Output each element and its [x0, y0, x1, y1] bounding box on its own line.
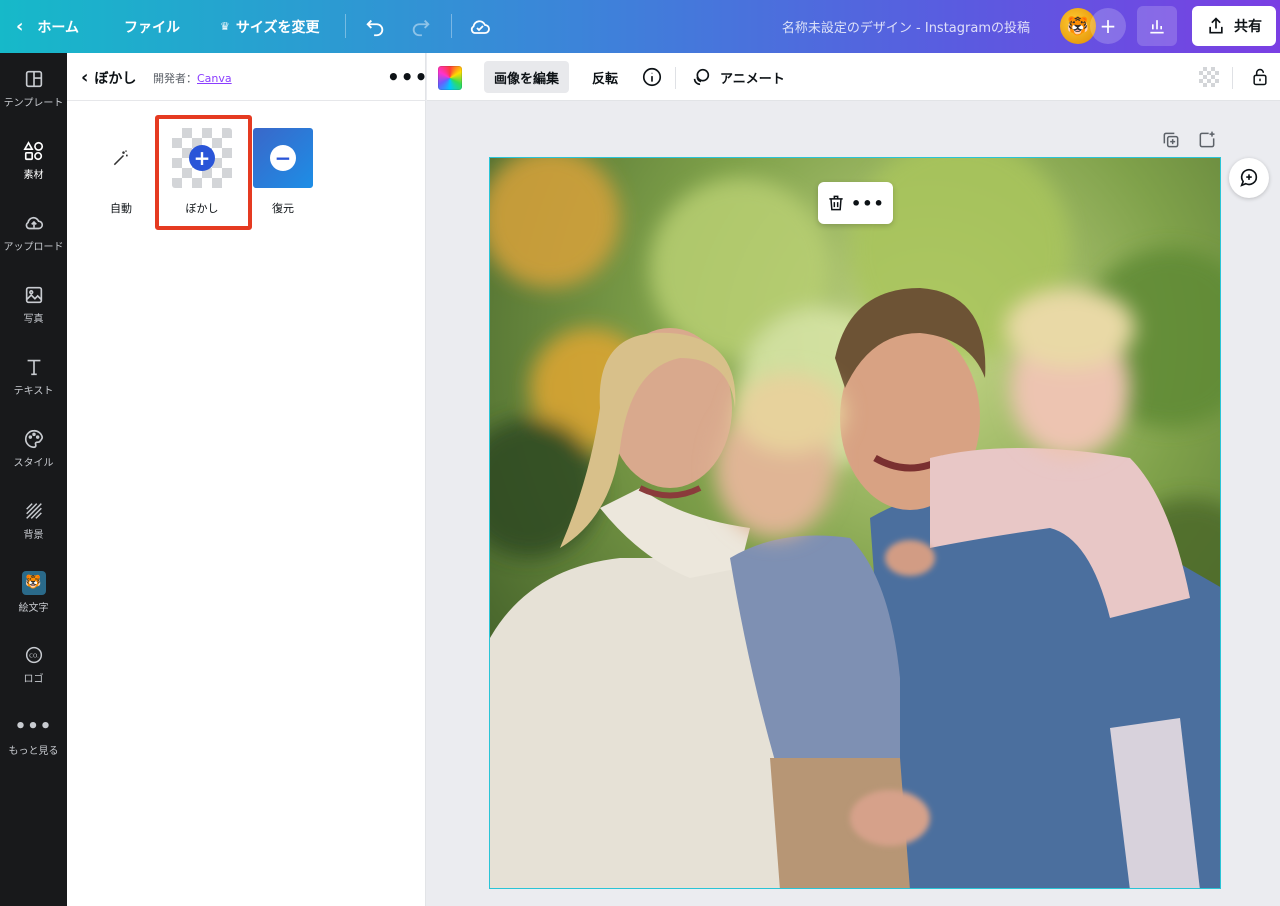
rail-item-templates[interactable]: テンプレート: [0, 58, 67, 118]
background-icon: [25, 502, 42, 519]
edit-image-button[interactable]: 画像を編集: [484, 61, 570, 93]
lock-icon: [1253, 68, 1267, 86]
divider: [675, 67, 676, 89]
tool-auto[interactable]: 自動: [90, 128, 152, 218]
panel-title: ぼかし: [94, 70, 137, 87]
svg-text:CO.: CO.: [29, 653, 39, 659]
rail-item-more[interactable]: ••• もっと見る: [0, 706, 67, 766]
photo-icon: [25, 286, 42, 303]
back-button[interactable]: ‹ ぼかし: [81, 67, 136, 88]
add-collaborator-button[interactable]: +: [1090, 8, 1126, 44]
undo-button[interactable]: [364, 0, 386, 53]
auto-thumb: [91, 128, 151, 188]
elements-icon: [22, 140, 43, 160]
more-icon: •••: [14, 715, 53, 737]
lock-button[interactable]: [1240, 61, 1280, 93]
family-photo-image: [490, 158, 1220, 888]
image-floating-toolbar: •••: [818, 182, 893, 224]
transparency-icon: [1199, 67, 1219, 87]
plus-icon: +: [1099, 14, 1117, 38]
redo-icon: [412, 19, 430, 36]
left-rail: テンプレート 素材 アップロード 写真 テキスト スタイル 背景 🐯 絵文字 C…: [0, 53, 67, 906]
more-options-icon[interactable]: •••: [387, 65, 428, 89]
comment-add-icon: [1240, 168, 1258, 187]
add-page-icon: [1199, 131, 1215, 148]
animate-button[interactable]: アニメート: [680, 61, 795, 93]
logo-icon: CO.: [25, 646, 42, 663]
insights-button[interactable]: [1137, 6, 1177, 46]
upload-icon: [25, 216, 43, 229]
share-upload-icon: [1209, 17, 1223, 34]
magic-wand-icon: [113, 150, 128, 166]
rail-item-text[interactable]: テキスト: [0, 346, 67, 406]
duplicate-icon: [1163, 132, 1179, 148]
duplicate-page-button[interactable]: [1161, 130, 1183, 152]
emoji-icon: 🐯: [21, 570, 46, 595]
share-button[interactable]: 共有: [1192, 6, 1276, 46]
rail-item-logo[interactable]: CO. ロゴ: [0, 634, 67, 694]
rail-item-background[interactable]: 背景: [0, 490, 67, 550]
cloud-check-icon: [470, 19, 490, 34]
comment-button[interactable]: [1229, 158, 1269, 198]
divider: [345, 14, 346, 38]
redo-button[interactable]: [410, 0, 432, 53]
panel-header: ‹ ぼかし 開発者：Canva •••: [67, 53, 428, 101]
template-icon: [25, 70, 42, 87]
rail-item-emoji[interactable]: 🐯 絵文字: [0, 562, 67, 622]
rail-item-photos[interactable]: 写真: [0, 274, 67, 334]
home-button[interactable]: ‹ ホーム: [16, 0, 79, 53]
divider: [451, 14, 452, 38]
add-page-button[interactable]: [1197, 130, 1219, 152]
highlight-box: [155, 115, 252, 230]
rail-item-styles[interactable]: スタイル: [0, 418, 67, 478]
color-swatch[interactable]: [438, 66, 462, 90]
design-title[interactable]: 名称未設定のデザイン - Instagramの投稿: [782, 0, 1030, 53]
minus-icon: −: [270, 145, 296, 171]
file-menu[interactable]: ファイル: [124, 0, 180, 53]
divider: [1232, 67, 1233, 89]
home-label: ホーム: [37, 19, 80, 36]
tool-restore[interactable]: − 復元: [252, 128, 314, 218]
undo-icon: [366, 19, 384, 36]
delete-button[interactable]: [826, 193, 846, 213]
bar-chart-icon: [1150, 20, 1164, 34]
avatar-emoji-icon: 🐯: [1066, 15, 1090, 37]
more-options-icon[interactable]: •••: [851, 194, 885, 213]
trash-icon: [829, 195, 843, 211]
cloud-save-button[interactable]: [468, 0, 492, 53]
developer-credit: 開発者：Canva: [153, 72, 232, 85]
info-button[interactable]: [631, 61, 673, 93]
design-photo[interactable]: [489, 157, 1221, 889]
rail-item-uploads[interactable]: アップロード: [0, 202, 67, 262]
crown-icon: ♛: [220, 20, 230, 33]
text-icon: [27, 359, 40, 375]
flip-button[interactable]: 反転: [582, 61, 628, 93]
top-bar: ‹ ホーム ファイル ♛ サイズを変更 名称未設定のデザイン - Instagr…: [0, 0, 1280, 53]
chevron-left-icon: ‹: [81, 67, 89, 88]
transparency-button[interactable]: [1189, 61, 1229, 93]
info-icon: [642, 67, 662, 87]
resize-button[interactable]: ♛ サイズを変更: [220, 0, 319, 53]
developer-link[interactable]: Canva: [197, 72, 232, 85]
animate-icon: [693, 68, 710, 86]
chevron-left-icon: ‹: [16, 16, 24, 37]
context-toolbar: 画像を編集 反転 アニメート: [427, 53, 1280, 101]
rail-item-elements[interactable]: 素材: [0, 130, 67, 190]
palette-icon: [24, 429, 43, 448]
restore-thumb: −: [253, 128, 313, 188]
